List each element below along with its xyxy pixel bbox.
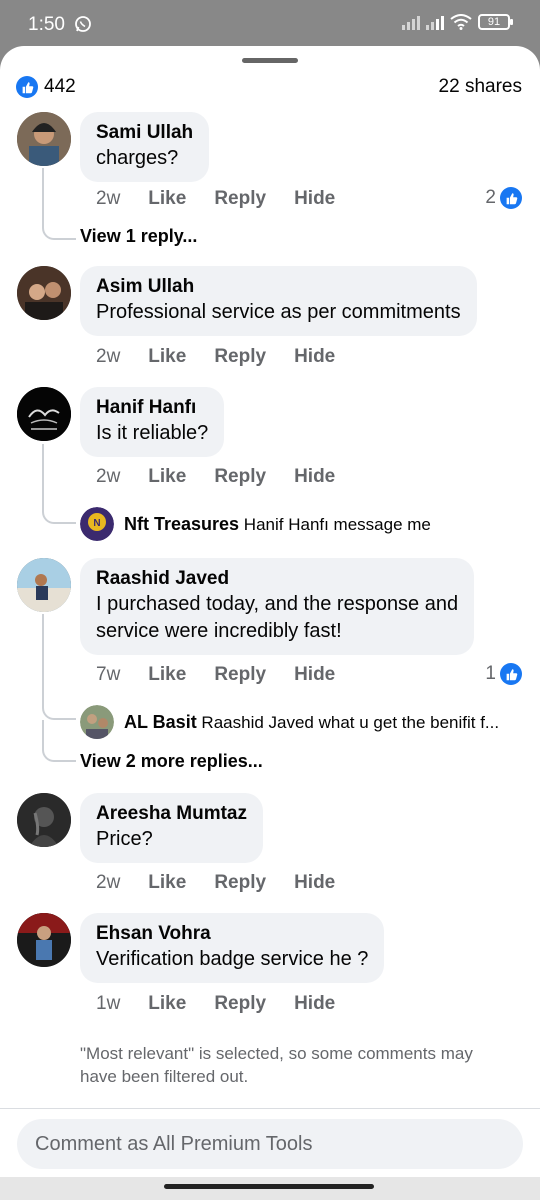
avatar[interactable] [17,913,71,967]
comment-bubble[interactable]: Asim Ullah Professional service as per c… [80,266,477,336]
comment-author[interactable]: Raashid Javed [96,567,458,591]
like-reaction-icon [500,187,522,209]
comment-bubble[interactable]: Hanif Hanfı Is it reliable? [80,387,225,457]
reply-preview[interactable]: AL Basit Raashid Javed what u get the be… [80,705,499,739]
drag-handle[interactable] [242,58,298,63]
hide-button[interactable]: Hide [294,664,335,686]
status-bar: 1:50 91 [0,0,540,50]
like-reaction-icon [16,76,38,98]
reply-button[interactable]: Reply [214,346,266,368]
comment-time: 2w [96,466,121,487]
comment-author[interactable]: Areesha Mumtaz [96,802,247,826]
comment-author[interactable]: Asim Ullah [96,275,461,299]
avatar[interactable] [17,387,71,441]
composer-divider [0,1108,540,1109]
hide-button[interactable]: Hide [294,346,335,368]
comment-time: 2w [96,346,121,367]
like-button[interactable]: Like [148,664,186,686]
comment-text: I purchased today, and the response and [96,593,459,615]
comment-actions: 2w Like Reply Hide [96,872,335,894]
comment-bubble[interactable]: Ehsan Vohra Verification badge service h… [80,913,385,983]
view-replies-link[interactable]: View 1 reply... [80,226,197,247]
comment-composer[interactable] [17,1119,523,1169]
svg-text:N: N [93,518,100,529]
shares-count[interactable]: 22 shares [439,76,522,98]
wifi-icon [450,14,472,30]
signal-icon-2 [426,14,444,30]
like-button[interactable]: Like [148,346,186,368]
comment-author[interactable]: Sami Ullah [96,121,193,145]
status-time: 1:50 [28,14,65,35]
reply-button[interactable]: Reply [214,188,266,210]
hide-button[interactable]: Hide [294,188,335,210]
comment-bubble[interactable]: Areesha Mumtaz Price? [80,793,263,863]
comment-actions: 7w Like Reply Hide [96,664,335,686]
comment-time: 7w [96,664,121,685]
reply-avatar: N [80,507,114,541]
whatsapp-icon [75,16,91,32]
comment-like-count[interactable]: 1 [485,663,522,685]
thread-line [42,444,76,524]
comment-text: service were incredibly fast! [96,620,342,642]
reply-button[interactable]: Reply [214,664,266,686]
comment-time: 1w [96,993,121,1014]
avatar[interactable] [17,112,71,166]
comments-sheet: 442 22 shares Sami Ullah charges? 2w Lik… [0,46,540,1200]
avatar[interactable] [17,793,71,847]
reply-button[interactable]: Reply [214,993,266,1015]
reply-body: Raashid Javed what u get the benifit f..… [201,712,500,732]
comment-time: 2w [96,872,121,893]
battery-icon: 91 [478,14,513,30]
reply-button[interactable]: Reply [214,466,266,488]
thread-line [42,614,76,720]
comment-text: Is it reliable? [96,422,209,444]
hide-button[interactable]: Hide [294,993,335,1015]
reply-author[interactable]: Nft Treasures [124,514,239,534]
like-button[interactable]: Like [148,188,186,210]
comment-author[interactable]: Ehsan Vohra [96,922,368,946]
thread-line [42,168,76,240]
view-replies-link[interactable]: View 2 more replies... [80,751,263,772]
reply-text: AL Basit Raashid Javed what u get the be… [124,712,499,733]
like-count-value: 1 [485,663,496,684]
comment-like-count[interactable]: 2 [485,187,522,209]
hide-button[interactable]: Hide [294,466,335,488]
comment-bubble[interactable]: Sami Ullah charges? [80,112,210,182]
like-button[interactable]: Like [148,466,186,488]
thread-line [42,720,76,762]
filter-note: "Most relevant" is selected, so some com… [80,1044,473,1086]
reply-avatar [80,705,114,739]
reply-text: Nft Treasures Hanif Hanfı message me [124,514,431,535]
comment-author[interactable]: Hanif Hanfı [96,396,208,420]
comment-text: Verification badge service he ? [96,948,369,970]
reply-body: Hanif Hanfı message me [243,514,431,534]
comment-text: Price? [96,828,153,850]
avatar[interactable] [17,558,71,612]
status-icons: 91 [402,14,513,30]
reply-button[interactable]: Reply [214,872,266,894]
reaction-count: 442 [44,76,76,97]
hide-button[interactable]: Hide [294,872,335,894]
comment-actions: 2w Like Reply Hide [96,346,335,368]
like-button[interactable]: Like [148,872,186,894]
comment-text: Professional service as per commitments [96,301,461,323]
comment-time: 2w [96,188,121,209]
like-count-value: 2 [485,187,496,208]
comment-input[interactable] [17,1119,523,1169]
reply-author[interactable]: AL Basit [124,712,197,732]
comment-actions: 1w Like Reply Hide [96,993,335,1015]
reaction-summary[interactable]: 442 [16,76,76,98]
comment-actions: 2w Like Reply Hide [96,466,335,488]
comment-text: charges? [96,147,179,169]
comment-actions: 2w Like Reply Hide [96,188,335,210]
home-indicator[interactable] [164,1184,374,1189]
reply-preview[interactable]: N Nft Treasures Hanif Hanfı message me [80,507,431,541]
signal-icon [402,14,420,30]
avatar[interactable] [17,266,71,320]
like-reaction-icon [500,663,522,685]
comment-bubble[interactable]: Raashid Javed I purchased today, and the… [80,558,475,655]
like-button[interactable]: Like [148,993,186,1015]
